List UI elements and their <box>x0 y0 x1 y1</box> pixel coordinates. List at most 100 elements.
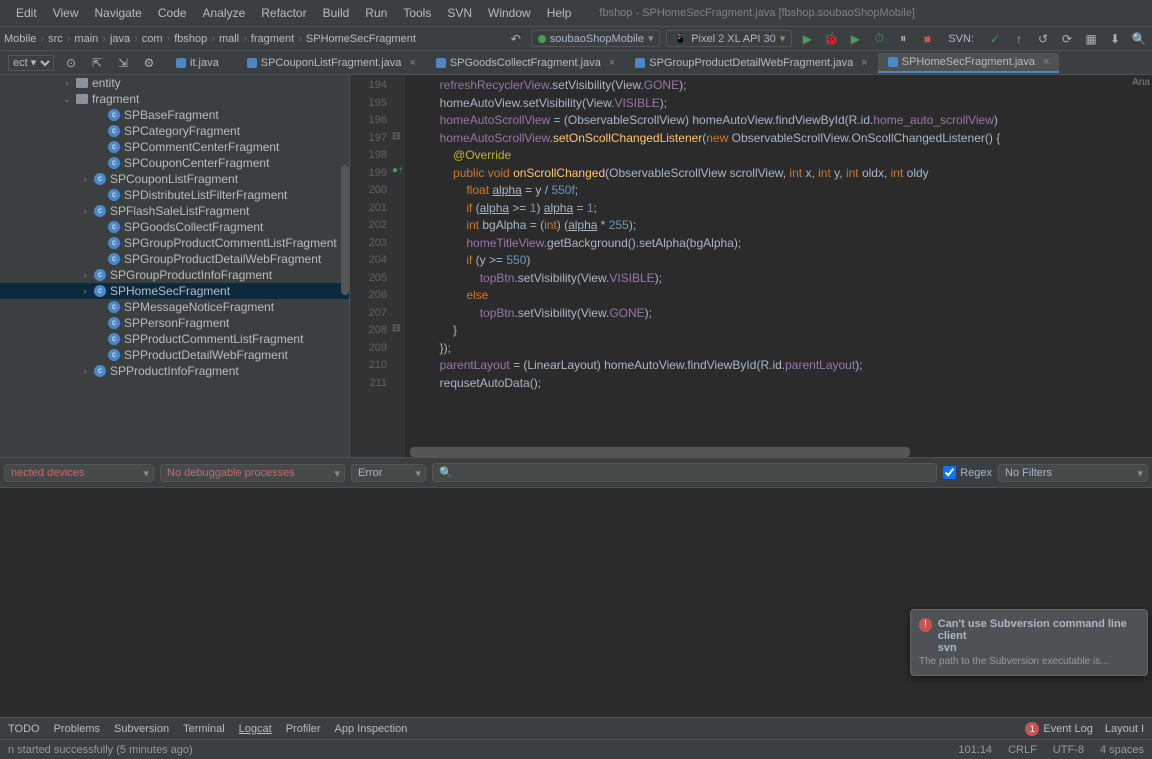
code-line[interactable]: if (alpha >= 1) alpha = 1; <box>405 200 1152 218</box>
tree-item[interactable]: cSPProductDetailWebFragment <box>0 347 349 363</box>
run-icon[interactable]: ▶ <box>798 30 816 48</box>
close-icon[interactable]: × <box>861 57 867 69</box>
bottom-tab-todo[interactable]: TODO <box>8 723 40 735</box>
tree-item[interactable]: ›cSPProductInfoFragment <box>0 363 349 379</box>
code-line[interactable]: if (y >= 550) <box>405 252 1152 270</box>
process-dropdown[interactable]: No debuggable processes <box>160 464 345 482</box>
tree-item[interactable]: cSPGoodsCollectFragment <box>0 219 349 235</box>
code-line[interactable]: } <box>405 322 1152 340</box>
bottom-tab-logcat[interactable]: Logcat <box>239 723 272 735</box>
file-encoding[interactable]: UTF-8 <box>1053 744 1084 756</box>
event-log-tab[interactable]: 1 Event Log <box>1025 722 1093 736</box>
locate-icon[interactable]: ⊙ <box>62 54 80 72</box>
override-icon[interactable]: ●↑ <box>392 165 403 176</box>
menu-tools[interactable]: Tools <box>395 6 439 20</box>
menu-analyze[interactable]: Analyze <box>195 6 254 20</box>
breadcrumb-segment[interactable]: com <box>142 33 163 45</box>
fold-icon[interactable]: ⊟ <box>392 131 400 142</box>
code-line[interactable]: topBtn.setVisibility(View.VISIBLE); <box>405 270 1152 288</box>
svn-commit-icon[interactable]: ↑ <box>1010 30 1028 48</box>
menu-help[interactable]: Help <box>539 6 580 20</box>
tree-item[interactable]: cSPBaseFragment <box>0 107 349 123</box>
code-line[interactable]: float alpha = y / 550f; <box>405 182 1152 200</box>
device-selector[interactable]: 📱 Pixel 2 XL API 30 ▾ <box>666 30 792 47</box>
menu-window[interactable]: Window <box>480 6 539 20</box>
menu-edit[interactable]: Edit <box>8 6 45 20</box>
tree-folder-entity[interactable]: › entity <box>0 75 349 91</box>
sdk-icon[interactable]: ⬇ <box>1106 30 1124 48</box>
coverage-icon[interactable]: ▶ <box>846 30 864 48</box>
run-config-selector[interactable]: soubaoShopMobile ▾ <box>531 30 661 47</box>
tree-item[interactable]: cSPProductCommentListFragment <box>0 331 349 347</box>
code-area[interactable]: refreshRecyclerView.setVisibility(View.G… <box>405 75 1152 457</box>
bottom-tab-subversion[interactable]: Subversion <box>114 723 169 735</box>
code-line[interactable]: homeTitleView.getBackground().setAlpha(b… <box>405 235 1152 253</box>
stop-icon[interactable]: ■ <box>918 30 936 48</box>
code-line[interactable]: int bgAlpha = (int) (alpha * 255); <box>405 217 1152 235</box>
tree-item[interactable]: ›cSPHomeSecFragment <box>0 283 349 299</box>
svn-history-icon[interactable]: ↺ <box>1034 30 1052 48</box>
breadcrumb-segment[interactable]: Mobile <box>4 33 36 45</box>
menu-navigate[interactable]: Navigate <box>86 6 149 20</box>
collapse-icon[interactable]: ⇲ <box>114 54 132 72</box>
logcat-search[interactable]: 🔍 <box>432 463 937 482</box>
loglevel-dropdown[interactable]: Error <box>351 464 426 482</box>
code-line[interactable]: else <box>405 287 1152 305</box>
code-line[interactable]: topBtn.setVisibility(View.GONE); <box>405 305 1152 323</box>
breadcrumb-segment[interactable]: fbshop <box>174 33 207 45</box>
layout-inspector-tab[interactable]: Layout I <box>1105 722 1144 736</box>
close-icon[interactable]: × <box>409 57 415 69</box>
tree-item[interactable]: ›cSPFlashSaleListFragment <box>0 203 349 219</box>
breadcrumb-segment[interactable]: src <box>48 33 63 45</box>
code-line[interactable]: requsetAutoData(); <box>405 375 1152 393</box>
tree-item[interactable]: ›cSPCouponListFragment <box>0 171 349 187</box>
line-separator[interactable]: CRLF <box>1008 744 1037 756</box>
editor-tab[interactable]: SPGroupProductDetailWebFragment.java× <box>625 53 877 73</box>
tree-item[interactable]: cSPDistributeListFilterFragment <box>0 187 349 203</box>
tree-item[interactable]: cSPPersonFragment <box>0 315 349 331</box>
regex-checkbox[interactable]: Regex <box>943 466 992 479</box>
notification-popup[interactable]: ! Can't use Subversion command line clie… <box>910 609 1148 676</box>
menu-run[interactable]: Run <box>357 6 395 20</box>
back-icon[interactable]: ↶ <box>507 30 525 48</box>
breadcrumb-segment[interactable]: main <box>74 33 98 45</box>
indent-info[interactable]: 4 spaces <box>1100 744 1144 756</box>
code-line[interactable]: parentLayout = (LinearLayout) homeAutoVi… <box>405 357 1152 375</box>
profile-icon[interactable]: ⏱ <box>870 30 888 48</box>
code-line[interactable]: homeAutoScrollView.setOnScollChangedList… <box>405 130 1152 148</box>
code-line[interactable]: }); <box>405 340 1152 358</box>
code-line[interactable]: homeAutoView.setVisibility(View.VISIBLE)… <box>405 95 1152 113</box>
device-dropdown[interactable]: nected devices <box>4 464 154 482</box>
svn-update-icon[interactable]: ✓ <box>986 30 1004 48</box>
code-line[interactable]: refreshRecyclerView.setVisibility(View.G… <box>405 77 1152 95</box>
close-icon[interactable]: × <box>609 57 615 69</box>
menu-svn[interactable]: SVN <box>439 6 480 20</box>
editor-tab[interactable]: SPCouponListFragment.java× <box>237 53 426 73</box>
avd-icon[interactable]: ▦ <box>1082 30 1100 48</box>
search-icon[interactable]: 🔍 <box>1130 30 1148 48</box>
fold-icon[interactable]: ⊟ <box>392 323 400 334</box>
bottom-tab-terminal[interactable]: Terminal <box>183 723 225 735</box>
bottom-tab-problems[interactable]: Problems <box>54 723 100 735</box>
bottom-tab-app-inspection[interactable]: App Inspection <box>335 723 408 735</box>
tree-item[interactable]: cSPMessageNoticeFragment <box>0 299 349 315</box>
breadcrumb-segment[interactable]: fragment <box>251 33 294 45</box>
editor-tab[interactable]: SPHomeSecFragment.java× <box>878 53 1060 73</box>
menu-code[interactable]: Code <box>150 6 195 20</box>
code-line[interactable]: homeAutoScrollView = (ObservableScrollVi… <box>405 112 1152 130</box>
sync-icon[interactable]: ⟳ <box>1058 30 1076 48</box>
project-view-selector[interactable]: ect ▾ <box>8 55 54 71</box>
filter-dropdown[interactable]: No Filters <box>998 464 1148 482</box>
tree-item[interactable]: cSPGroupProductCommentListFragment <box>0 235 349 251</box>
editor-h-scrollbar[interactable] <box>410 447 910 457</box>
tree-item[interactable]: cSPCommentCenterFragment <box>0 139 349 155</box>
code-line[interactable]: @Override <box>405 147 1152 165</box>
attach-icon[interactable]: ⏸ <box>894 30 912 48</box>
tree-folder-fragment[interactable]: ⌄ fragment <box>0 91 349 107</box>
debug-icon[interactable]: 🐞 <box>822 30 840 48</box>
gear-icon[interactable]: ⚙ <box>140 54 158 72</box>
breadcrumb[interactable]: Mobile›src›main›java›com›fbshop›mall›fra… <box>4 33 416 45</box>
expand-icon[interactable]: ⇱ <box>88 54 106 72</box>
tree-item[interactable]: cSPGroupProductDetailWebFragment <box>0 251 349 267</box>
bottom-tab-profiler[interactable]: Profiler <box>286 723 321 735</box>
